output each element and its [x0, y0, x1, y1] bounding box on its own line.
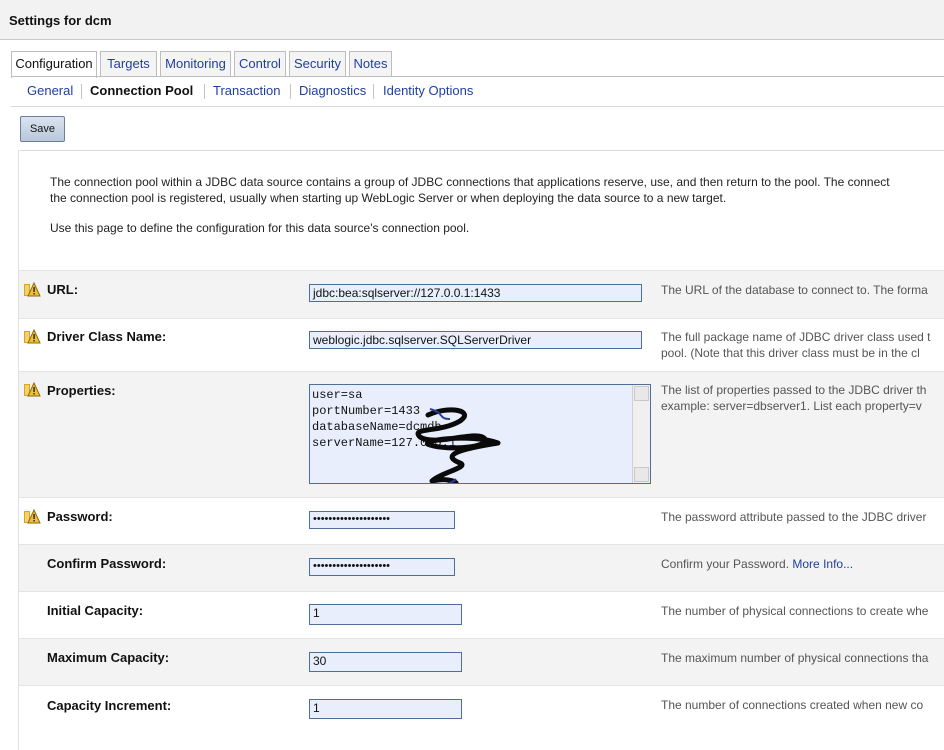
row-divider [19, 685, 944, 686]
warning-icon [24, 329, 41, 344]
row-divider [19, 318, 944, 319]
intro-line-3: Use this page to define the configuratio… [50, 221, 470, 235]
password-description: The password attribute passed to the JDB… [661, 510, 927, 524]
row-divider [19, 497, 944, 498]
confirm-password-description: Confirm your Password. More Info... [661, 556, 944, 572]
tab-monitoring[interactable]: Monitoring [160, 51, 231, 76]
row-divider [19, 371, 944, 372]
save-button[interactable]: Save [20, 116, 65, 142]
subtab-general[interactable]: General [27, 83, 73, 98]
subtab-connection-pool[interactable]: Connection Pool [90, 83, 193, 98]
row-divider [19, 544, 944, 545]
url-input[interactable]: jdbc:bea:sqlserver://127.0.0.1:1433 [309, 284, 642, 302]
driver-class-label: Driver Class Name: [47, 329, 167, 344]
redaction-scribble [415, 407, 501, 483]
url-label: URL: [47, 282, 79, 297]
row-confirm-password: Confirm Password: •••••••••••••••••••• C… [19, 544, 944, 591]
tab-targets[interactable]: Targets [100, 51, 157, 76]
intro-line-2: the connection pool is registered, usual… [50, 191, 727, 205]
row-divider [19, 591, 944, 592]
driver-class-description: The full package name of JDBC driver cla… [661, 329, 944, 361]
row-driver-class: Driver Class Name: weblogic.jdbc.sqlserv… [19, 318, 944, 371]
tab-divider [11, 76, 944, 77]
intro-line-1: The connection pool within a JDBC data s… [50, 175, 890, 189]
page-title: Settings for dcm [9, 13, 112, 28]
row-initial-capacity: Initial Capacity: 1 The number of physic… [19, 591, 944, 638]
subtab-separator [81, 84, 82, 99]
url-description: The URL of the database to connect to. T… [661, 283, 928, 297]
intro-text: The connection pool within a JDBC data s… [50, 174, 944, 236]
initial-capacity-input[interactable]: 1 [309, 604, 462, 625]
subtab-separator [290, 84, 291, 99]
tab-control[interactable]: Control [234, 51, 286, 76]
warning-icon [24, 282, 41, 297]
row-capacity-increment: Capacity Increment: 1 The number of conn… [19, 685, 944, 750]
confirm-password-label: Confirm Password: [47, 556, 167, 571]
driver-class-input[interactable]: weblogic.jdbc.sqlserver.SQLServerDriver [309, 331, 642, 349]
warning-icon [24, 382, 41, 397]
capacity-increment-label: Capacity Increment: [47, 698, 172, 713]
capacity-increment-description: The number of connections created when n… [661, 698, 924, 712]
tab-security[interactable]: Security [289, 51, 346, 76]
confirm-password-input[interactable]: •••••••••••••••••••• [309, 558, 455, 576]
driver-desc-line-1: The full package name of JDBC driver cla… [661, 330, 931, 344]
row-password: Password: •••••••••••••••••••• The passw… [19, 497, 944, 544]
tab-configuration[interactable]: Configuration [11, 51, 97, 78]
warning-icon [24, 509, 41, 524]
subtab-divider [11, 106, 944, 107]
title-bar: Settings for dcm [0, 0, 944, 40]
subtab-identity-options[interactable]: Identity Options [383, 83, 473, 98]
maximum-capacity-description: The maximum number of physical connectio… [661, 651, 929, 665]
row-properties: Properties: user=sa portNumber=1433 data… [19, 371, 944, 497]
row-divider [19, 270, 944, 271]
properties-description: The list of properties passed to the JDB… [661, 382, 944, 414]
more-info-link[interactable]: More Info... [792, 557, 853, 571]
maximum-capacity-label: Maximum Capacity: [47, 650, 170, 665]
row-divider [19, 638, 944, 639]
properties-desc-line-1: The list of properties passed to the JDB… [661, 383, 927, 397]
maximum-capacity-input[interactable]: 30 [309, 652, 462, 672]
properties-textarea[interactable]: user=sa portNumber=1433 databaseName=dcm… [309, 384, 651, 484]
subtab-diagnostics[interactable]: Diagnostics [299, 83, 366, 98]
driver-desc-line-2: pool. (Note that this driver class must … [661, 346, 920, 360]
capacity-increment-input[interactable]: 1 [309, 699, 462, 719]
tab-notes[interactable]: Notes [349, 51, 392, 76]
toolbar-divider [20, 150, 944, 151]
properties-desc-line-2: example: server=dbserver1. List each pro… [661, 399, 922, 413]
password-input[interactable]: •••••••••••••••••••• [309, 511, 455, 529]
properties-label: Properties: [47, 383, 116, 398]
subtab-separator [204, 84, 205, 99]
password-label: Password: [47, 509, 113, 524]
subtab-transaction[interactable]: Transaction [213, 83, 280, 98]
confirm-password-desc-text: Confirm your Password. [661, 557, 790, 571]
subtab-separator [373, 84, 374, 99]
initial-capacity-label: Initial Capacity: [47, 603, 144, 618]
row-maximum-capacity: Maximum Capacity: 30 The maximum number … [19, 638, 944, 685]
initial-capacity-description: The number of physical connections to cr… [661, 604, 929, 618]
row-url: URL: jdbc:bea:sqlserver://127.0.0.1:1433… [19, 270, 944, 318]
